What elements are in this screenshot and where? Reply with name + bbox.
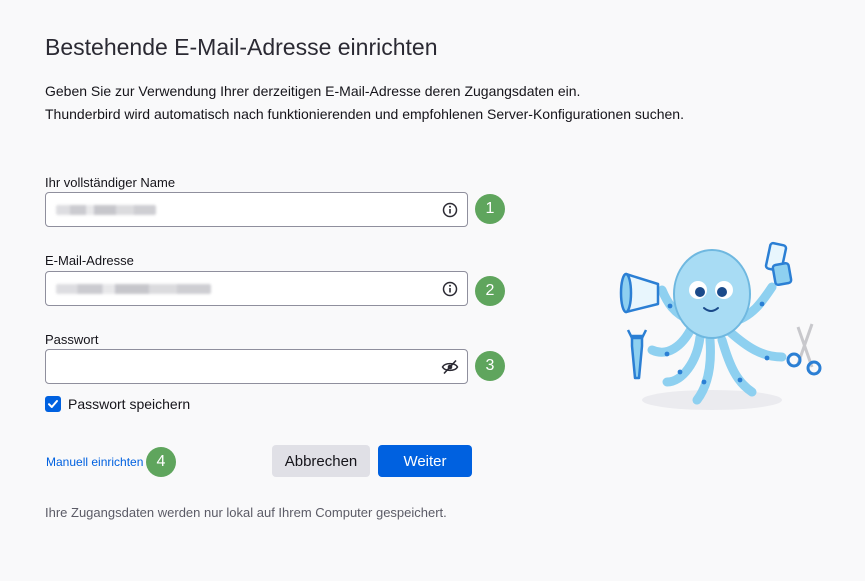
info-icon[interactable] (441, 280, 459, 298)
intro-text: Geben Sie zur Verwendung Ihrer derzeitig… (45, 80, 805, 126)
step-badge-2: 2 (475, 276, 505, 306)
intro-line-2: Thunderbird wird automatisch nach funkti… (45, 106, 684, 122)
name-label: Ihr vollständiger Name (45, 175, 176, 190)
wrench-icon (626, 329, 648, 380)
eye-slash-icon[interactable] (441, 358, 459, 376)
email-label: E-Mail-Adresse (45, 253, 134, 268)
remember-password[interactable]: Passwort speichern (45, 396, 190, 412)
step-badge-3: 3 (475, 351, 505, 381)
cancel-button[interactable]: Abbrechen (272, 445, 370, 477)
password-input[interactable] (46, 350, 446, 383)
name-value-redacted (56, 205, 156, 215)
remember-password-checkbox[interactable] (45, 396, 61, 412)
manual-setup-link[interactable]: Manuell einrichten (46, 455, 143, 469)
remember-password-label: Passwort speichern (68, 396, 191, 412)
mascot-shadow (642, 390, 782, 410)
octopus-mascot-illustration (619, 241, 822, 410)
page-title: Bestehende E-Mail-Adresse einrichten (45, 34, 438, 60)
password-field[interactable] (45, 349, 468, 384)
password-label: Passwort (45, 332, 99, 347)
scissors-icon (786, 323, 822, 376)
email-value-redacted (56, 284, 211, 294)
step-badge-1: 1 (475, 194, 505, 224)
email-field[interactable] (45, 271, 468, 306)
megaphone-icon (619, 272, 660, 314)
footer-note: Ihre Zugangsdaten werden nur lokal auf I… (45, 505, 447, 520)
phone-icon (764, 241, 793, 287)
info-icon[interactable] (441, 201, 459, 219)
next-button[interactable]: Weiter (378, 445, 472, 477)
intro-line-1: Geben Sie zur Verwendung Ihrer derzeitig… (45, 83, 581, 99)
mascot-head (673, 249, 751, 339)
name-field[interactable] (45, 192, 468, 227)
step-badge-4: 4 (146, 447, 176, 477)
